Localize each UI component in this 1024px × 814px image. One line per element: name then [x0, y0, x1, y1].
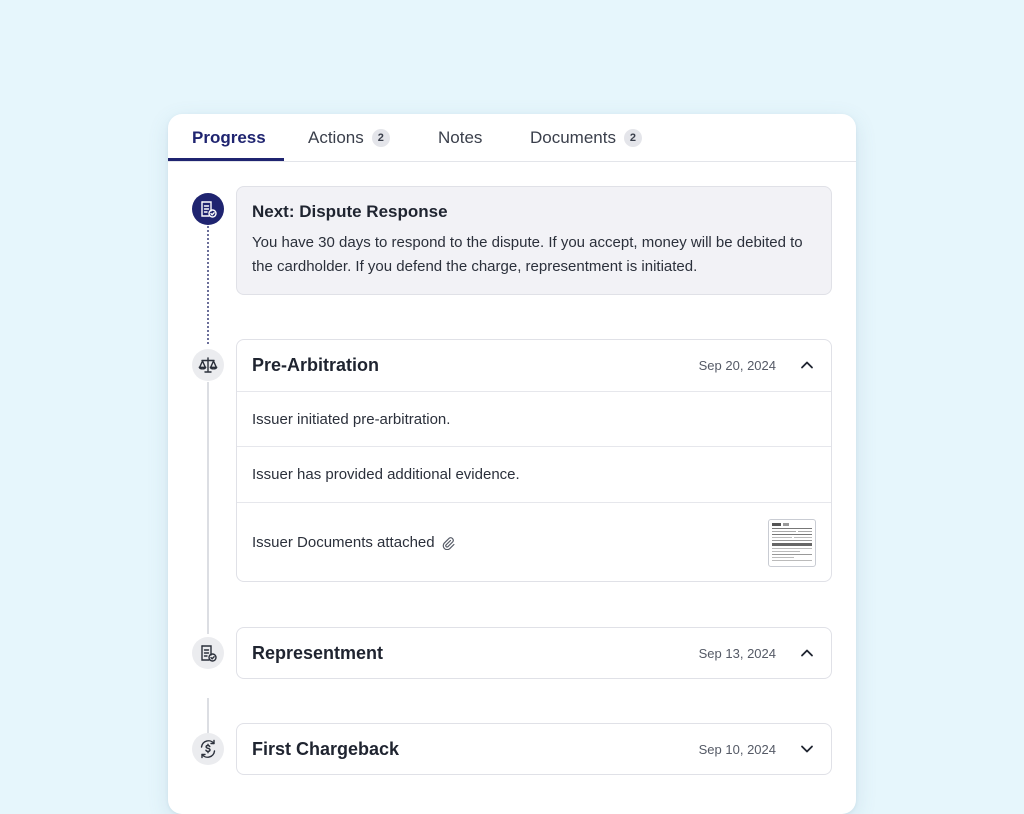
event-text: Issuer has provided additional evidence.	[252, 466, 520, 483]
event-text: Issuer Documents attached	[252, 534, 435, 551]
document-thumbnail[interactable]	[768, 519, 816, 567]
active-tab-indicator	[168, 158, 284, 161]
tab-actions-label: Actions	[308, 128, 364, 147]
chevron-down-icon[interactable]	[799, 741, 815, 757]
event-text: Issuer initiated pre-arbitration.	[252, 410, 451, 428]
step-header[interactable]: First Chargeback Sep 10, 2024	[237, 724, 831, 774]
tab-progress[interactable]: Progress	[192, 114, 266, 162]
document-check-icon	[192, 193, 224, 225]
timeline-dotted-connector	[207, 226, 209, 344]
currency-exchange-icon	[192, 733, 224, 765]
tab-documents-count-badge: 2	[623, 129, 642, 147]
step-title: First Chargeback	[252, 739, 400, 759]
chevron-up-icon[interactable]	[799, 645, 815, 661]
scales-icon	[192, 349, 224, 381]
next-step-title: Next: Dispute Response	[252, 202, 448, 221]
step-date: Sep 13, 2024	[698, 646, 776, 661]
step-title: Representment	[252, 643, 384, 663]
step-pre-arbitration: Pre-Arbitration Sep 20, 2024 Issuer init…	[236, 339, 832, 582]
next-step-panel: Next: Dispute Response You have 30 days …	[236, 186, 832, 295]
list-item: Issuer Documents attached	[237, 502, 831, 581]
step-header[interactable]: Representment Sep 13, 2024	[237, 628, 831, 678]
timeline-connector	[207, 382, 209, 634]
tab-progress-label: Progress	[192, 128, 266, 147]
step-first-chargeback: First Chargeback Sep 10, 2024	[236, 723, 832, 775]
next-step-description: You have 30 days to respond to the dispu…	[252, 234, 803, 275]
timeline-connector	[207, 698, 209, 738]
step-representment: Representment Sep 13, 2024	[236, 627, 832, 679]
tab-documents-label: Documents	[530, 128, 616, 147]
step-header[interactable]: Pre-Arbitration Sep 20, 2024	[237, 340, 831, 391]
paperclip-icon	[441, 536, 455, 550]
dispute-timeline-card: Progress Actions 2 Notes Documents 2 Nex…	[168, 114, 856, 814]
tab-notes-label: Notes	[438, 128, 483, 147]
tab-bar: Progress Actions 2 Notes Documents 2	[168, 114, 856, 162]
chevron-up-icon[interactable]	[799, 357, 815, 373]
step-date: Sep 20, 2024	[698, 358, 776, 373]
tab-documents[interactable]: Documents 2	[530, 114, 642, 162]
tab-actions[interactable]: Actions 2	[308, 114, 390, 162]
step-date: Sep 10, 2024	[698, 742, 776, 757]
step-title: Pre-Arbitration	[252, 355, 380, 375]
tab-notes[interactable]: Notes	[438, 114, 482, 162]
document-check-icon	[192, 637, 224, 669]
list-item: Issuer has provided additional evidence.	[237, 446, 831, 502]
list-item: Issuer initiated pre-arbitration.	[237, 391, 831, 446]
tab-actions-count-badge: 2	[371, 129, 390, 147]
